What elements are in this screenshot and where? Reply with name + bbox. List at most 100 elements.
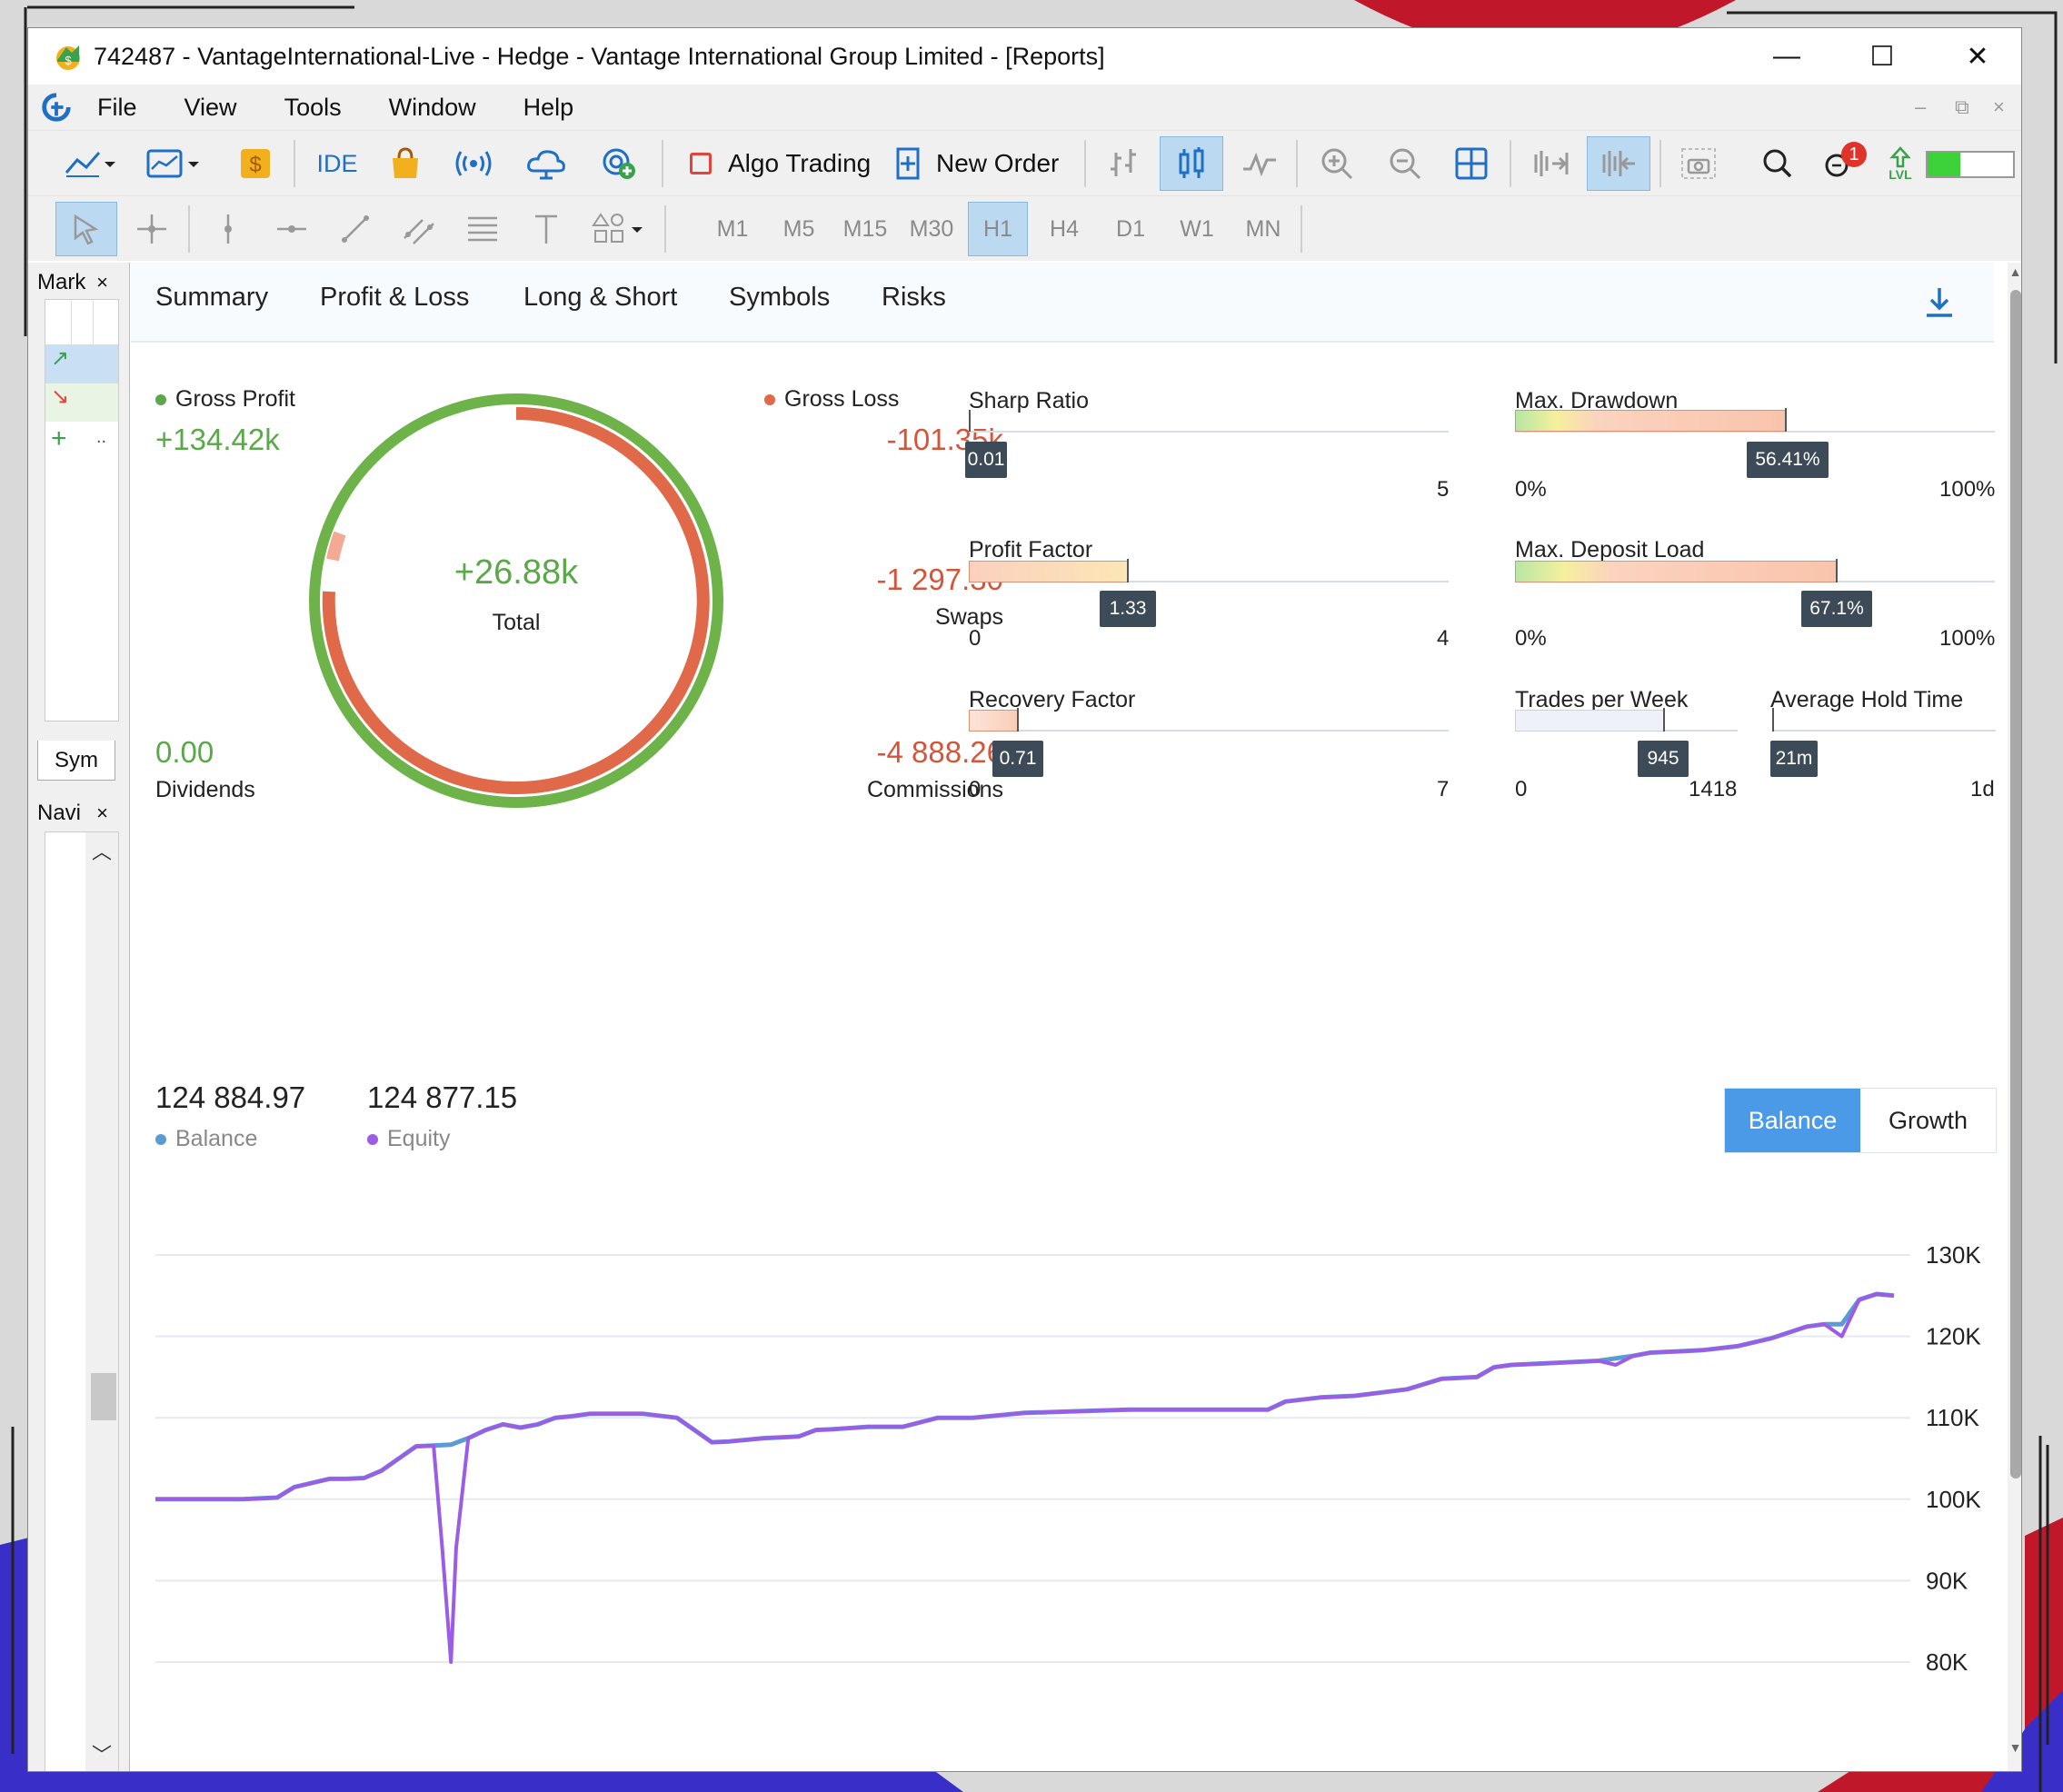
timeframe-mn[interactable]: MN — [1233, 202, 1293, 256]
timeframe-m15[interactable]: M15 — [835, 202, 895, 256]
level-button[interactable]: LVL — [1878, 136, 1923, 191]
profit-loss-donut — [309, 393, 723, 808]
download-icon[interactable] — [1921, 284, 1958, 321]
balance-toggle-button[interactable]: Balance — [1725, 1089, 1860, 1152]
menu-help[interactable]: Help — [523, 94, 574, 122]
search-button[interactable] — [1750, 136, 1805, 191]
new-order-button[interactable]: New Order — [878, 136, 1082, 191]
channel-tool[interactable] — [392, 202, 446, 256]
balance-legend: Balance — [155, 1126, 257, 1152]
algo-trading-button[interactable]: Algo Trading — [673, 136, 873, 191]
more-symbols[interactable]: .. — [96, 427, 106, 448]
report-scrollbar[interactable]: ▲ ▼ — [2008, 263, 2021, 1771]
notifications-button[interactable]: 1 — [1814, 136, 1869, 191]
report-scroll-thumb[interactable] — [2010, 290, 2021, 1478]
tab-profit-loss[interactable]: Profit & Loss — [320, 283, 469, 313]
line-chart-button[interactable] — [1232, 136, 1287, 191]
window-title: 742487 - VantageInternational-Live - Hed… — [94, 42, 1105, 70]
navigator-close-icon[interactable]: × — [96, 801, 108, 825]
timeframe-m5[interactable]: M5 — [769, 202, 829, 256]
report-scroll-down-icon[interactable]: ▼ — [2008, 1740, 2021, 1755]
signals-button[interactable] — [442, 136, 505, 191]
timeframe-d1[interactable]: D1 — [1101, 202, 1161, 256]
connect-button[interactable] — [587, 136, 651, 191]
screenshot-button[interactable] — [1669, 136, 1729, 191]
menu-window[interactable]: Window — [389, 94, 476, 122]
cursor-tool[interactable] — [55, 202, 117, 256]
report-scroll-up-icon[interactable]: ▲ — [2008, 264, 2021, 279]
minimize-button[interactable]: — — [1741, 28, 1832, 85]
symbol-row-up[interactable]: ↗ — [45, 345, 118, 383]
symbol-row-down[interactable]: ↘ — [45, 383, 118, 422]
max-deposit-load-max: 100% — [1939, 626, 1996, 651]
tab-long-short[interactable]: Long & Short — [523, 283, 677, 313]
timeframe-h4[interactable]: H4 — [1034, 202, 1094, 256]
menu-tools[interactable]: Tools — [284, 94, 342, 122]
vps-button[interactable] — [514, 136, 578, 191]
zoom-out-button[interactable] — [1378, 136, 1432, 191]
navigator-list: ︿ ﹀ — [45, 831, 119, 1771]
fibonacci-tool[interactable] — [455, 202, 510, 256]
mdi-minimize-icon[interactable]: – — [1915, 95, 1926, 119]
trendline-tool[interactable] — [328, 202, 383, 256]
total-label: Total — [492, 610, 541, 635]
symbols-tab-label: Sym — [55, 747, 98, 772]
menu-file[interactable]: File — [97, 94, 137, 122]
timeframe-m30[interactable]: M30 — [902, 202, 962, 256]
candlestick-button[interactable] — [1160, 136, 1223, 191]
add-symbol-icon[interactable]: + — [51, 423, 67, 454]
deposit-button[interactable]: $ — [228, 136, 283, 191]
y-tick-label: 90K — [1926, 1567, 1968, 1594]
profit-factor-fill — [969, 561, 1128, 582]
timeframe-w1[interactable]: W1 — [1167, 202, 1227, 256]
text-tool[interactable] — [519, 202, 573, 256]
chart-type-button[interactable] — [55, 136, 125, 191]
scroll-down-icon[interactable]: ﹀ — [85, 1739, 118, 1768]
max-deposit-load-min: 0% — [1515, 626, 1547, 651]
menu-view[interactable]: View — [184, 94, 237, 122]
zoom-out-icon — [1390, 148, 1421, 180]
tab-summary[interactable]: Summary — [155, 283, 268, 313]
scroll-thumb[interactable] — [91, 1373, 116, 1420]
crosshair-tool[interactable] — [125, 202, 179, 256]
trades-per-week-fill — [1515, 710, 1664, 732]
navigator-scrollbar[interactable]: ︿ ﹀ — [85, 832, 118, 1771]
level-up-icon — [1889, 146, 1911, 168]
close-button[interactable]: ✕ — [1932, 28, 2021, 85]
vertical-line-tool[interactable] — [201, 202, 255, 256]
mdi-restore-icon[interactable]: ⧉ — [1955, 95, 1969, 119]
commissions-label: Commissions — [866, 777, 1003, 802]
y-tick-label: 130K — [1926, 1241, 1981, 1269]
autoscroll-button[interactable] — [1587, 136, 1650, 191]
symbols-tab[interactable]: Sym — [37, 741, 115, 781]
growth-toggle-button[interactable]: Growth — [1860, 1089, 1996, 1152]
equity-legend-text: Equity — [387, 1126, 451, 1151]
ide-button[interactable]: IDE — [305, 136, 369, 191]
mdi-close-icon[interactable]: × — [1993, 95, 2005, 119]
chart-shift-button[interactable] — [1523, 136, 1578, 191]
market-watch-tab[interactable]: Mark × — [34, 268, 112, 297]
average-hold-time-label: Average Hold Time — [1770, 687, 1964, 712]
chart-template-button[interactable] — [137, 136, 210, 191]
zoom-in-button[interactable] — [1310, 136, 1364, 191]
equity-value: 124 877.15 — [367, 1080, 518, 1114]
tab-symbols[interactable]: Symbols — [729, 283, 830, 313]
navigator-tab[interactable]: Navi × — [34, 799, 112, 828]
market-watch-tab-label: Mark — [37, 270, 86, 294]
scroll-up-icon[interactable]: ︿ — [85, 836, 118, 865]
maximize-button[interactable]: ☐ — [1837, 28, 1928, 85]
autoscroll-icon — [1602, 151, 1635, 176]
shapes-icon — [592, 213, 643, 243]
shapes-tool[interactable] — [583, 202, 655, 256]
balance-dot-icon — [155, 1134, 166, 1146]
dividends-label: Dividends — [155, 777, 255, 802]
gross-profit-label-text: Gross Profit — [175, 386, 295, 412]
tile-windows-button[interactable] — [1444, 136, 1499, 191]
market-button[interactable] — [378, 136, 433, 191]
market-watch-close-icon[interactable]: × — [96, 271, 108, 294]
horizontal-line-tool[interactable] — [264, 202, 319, 256]
bar-chart-button[interactable] — [1096, 136, 1151, 191]
tab-risks[interactable]: Risks — [882, 283, 946, 313]
timeframe-m1[interactable]: M1 — [703, 202, 762, 256]
timeframe-h1[interactable]: H1 — [968, 202, 1028, 256]
